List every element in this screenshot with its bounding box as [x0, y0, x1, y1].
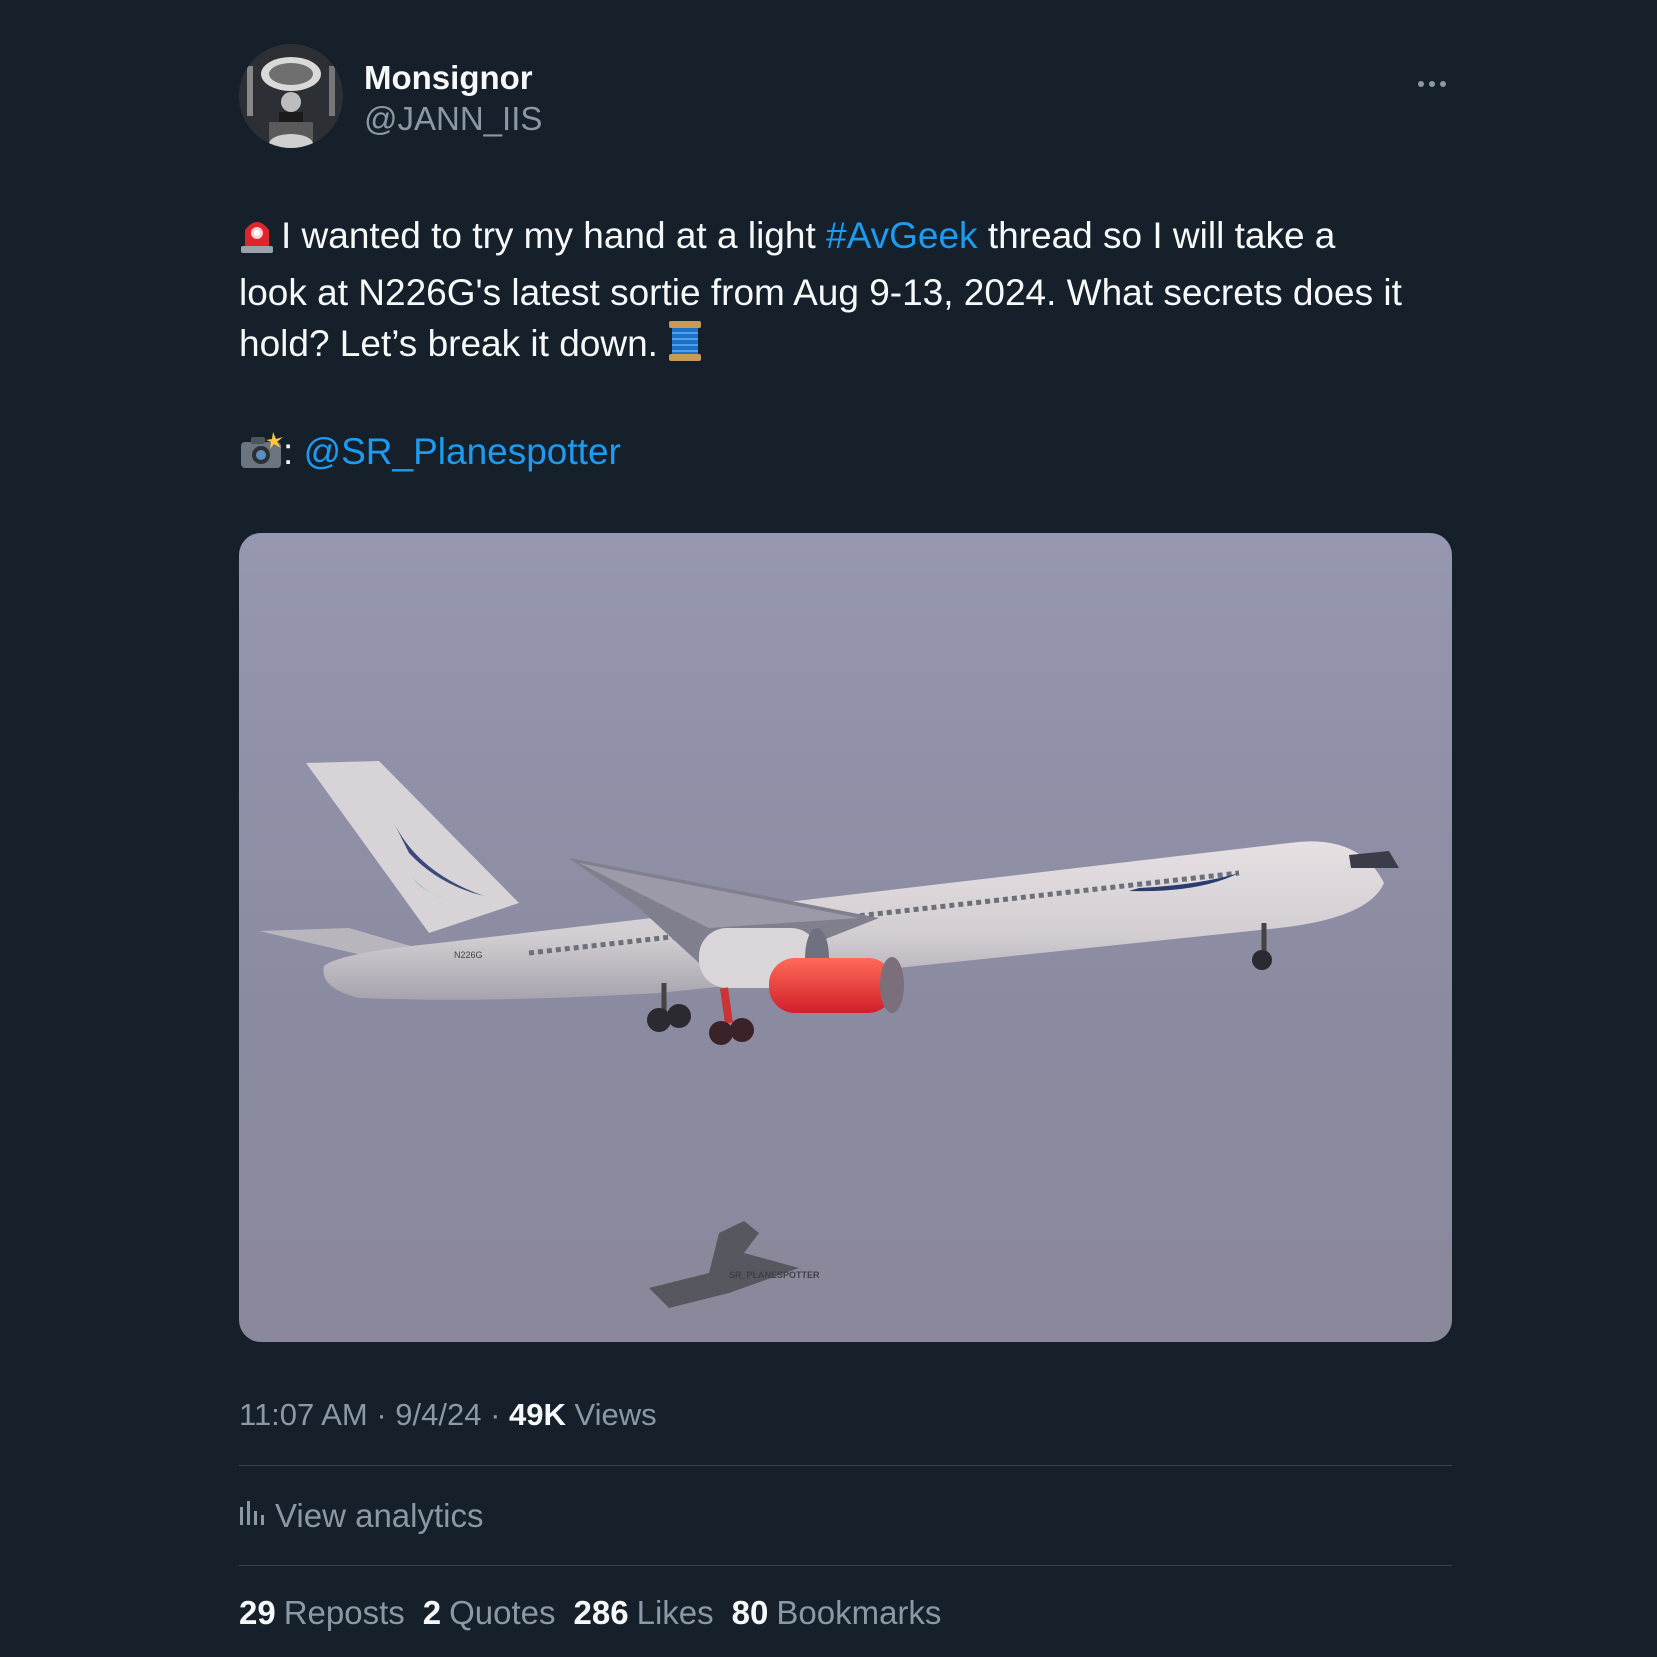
bookmarks-stat[interactable]: 80 Bookmarks	[732, 1594, 942, 1632]
aircraft-engine-right	[769, 958, 894, 1013]
likes-count: 286	[573, 1593, 629, 1631]
aircraft-tail	[306, 761, 519, 933]
tweet-date[interactable]: 9/4/24	[395, 1397, 481, 1432]
tweet-time[interactable]: 11:07 AM	[239, 1397, 368, 1432]
likes-stat[interactable]: 286 Likes	[574, 1594, 714, 1632]
handle[interactable]: @JANN_IIS	[364, 98, 542, 140]
tweet-text: I wanted to try my hand at a light #AvGe…	[239, 210, 1452, 483]
tweet-photo[interactable]: N226G SR_PLANESPOTTER	[239, 533, 1452, 1342]
bar-chart-icon	[239, 1497, 275, 1535]
views-label: Views	[574, 1397, 657, 1432]
siren-emoji-icon	[239, 214, 275, 267]
views-count: 49K	[509, 1397, 566, 1432]
tweet: Monsignor @JANN_IIS I wanted to try my h…	[239, 44, 1452, 1657]
tweet-line-1: I wanted to try my hand at a light #AvGe…	[239, 210, 1452, 267]
watermark-text: SR_PLANESPOTTER	[729, 1270, 820, 1280]
credit-separator: :	[283, 431, 294, 472]
hashtag-link[interactable]: #AvGeek	[826, 215, 978, 256]
tweet-line-3: hold? Let’s break it down.	[239, 318, 1452, 375]
tweet-text-part: hold? Let’s break it down.	[239, 323, 658, 364]
author-names: Monsignor @JANN_IIS	[364, 58, 542, 140]
quotes-count: 2	[422, 1593, 442, 1631]
reposts-count: 29	[239, 1593, 276, 1631]
bookmarks-count: 80	[731, 1593, 769, 1631]
engagement-stats: 29 Reposts 2 Quotes 286 Likes 80 Bookmarks	[239, 1566, 1452, 1657]
quotes-label: Quotes	[449, 1593, 556, 1631]
mention-link[interactable]: @SR_Planespotter	[304, 431, 621, 472]
tweet-text-part: thread so I will take a	[977, 215, 1336, 256]
camera-flash-emoji-icon	[239, 432, 283, 483]
display-name[interactable]: Monsignor	[364, 58, 542, 98]
meta-separator: ·	[376, 1397, 387, 1432]
tweet-text-part: I wanted to try my hand at a light	[281, 215, 827, 256]
registration-label: N226G	[454, 950, 483, 960]
tweet-line-2: look at N226G's latest sortie from Aug 9…	[239, 272, 1402, 313]
photo-credit-line: : @SR_Planespotter	[239, 426, 1452, 483]
quotes-stat[interactable]: 2 Quotes	[423, 1594, 556, 1632]
tweet-meta: 11:07 AM · 9/4/24 · 49K Views	[239, 1390, 1452, 1440]
more-horizontal-icon[interactable]	[1412, 64, 1452, 104]
thread-spool-emoji-icon	[668, 320, 702, 375]
view-analytics-label: View analytics	[275, 1496, 484, 1534]
reposts-label: Reposts	[283, 1593, 405, 1631]
view-analytics-button[interactable]: View analytics	[239, 1466, 1452, 1565]
likes-label: Likes	[636, 1593, 714, 1631]
meta-separator: ·	[490, 1397, 501, 1432]
watermark-logo	[649, 1221, 799, 1308]
tweet-header: Monsignor @JANN_IIS	[239, 44, 1452, 154]
avatar[interactable]	[239, 44, 343, 148]
reposts-stat[interactable]: 29 Reposts	[239, 1594, 405, 1632]
bookmarks-label: Bookmarks	[776, 1593, 942, 1631]
